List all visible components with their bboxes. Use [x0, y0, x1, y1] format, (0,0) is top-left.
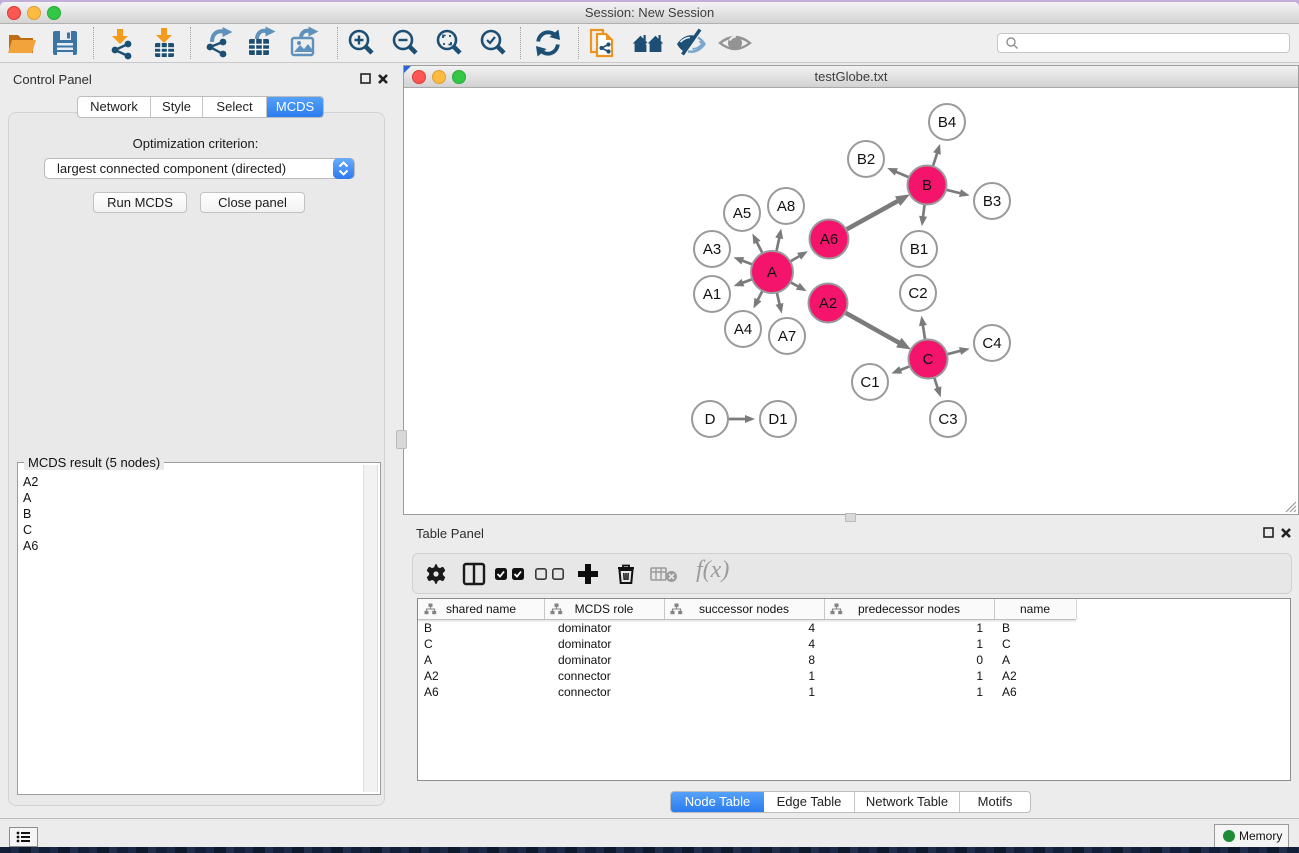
svg-text:A8: A8: [777, 198, 795, 215]
svg-text:A1: A1: [703, 286, 721, 303]
svg-text:A2: A2: [819, 295, 837, 312]
svg-text:D1: D1: [768, 411, 787, 428]
svg-text:B: B: [922, 177, 932, 194]
svg-text:C4: C4: [982, 335, 1001, 352]
svg-text:C1: C1: [860, 374, 879, 391]
svg-text:D: D: [705, 411, 716, 428]
svg-text:A5: A5: [733, 205, 751, 222]
svg-text:B3: B3: [983, 193, 1001, 210]
svg-text:B4: B4: [938, 114, 956, 131]
svg-text:C2: C2: [908, 285, 927, 302]
svg-text:B1: B1: [910, 241, 928, 258]
svg-text:A: A: [767, 264, 777, 281]
svg-text:C3: C3: [938, 411, 957, 428]
svg-text:C: C: [923, 351, 934, 368]
svg-text:B2: B2: [857, 151, 875, 168]
svg-text:A3: A3: [703, 241, 721, 258]
svg-text:A4: A4: [734, 321, 752, 338]
svg-text:A7: A7: [778, 328, 796, 345]
svg-text:A6: A6: [820, 231, 838, 248]
